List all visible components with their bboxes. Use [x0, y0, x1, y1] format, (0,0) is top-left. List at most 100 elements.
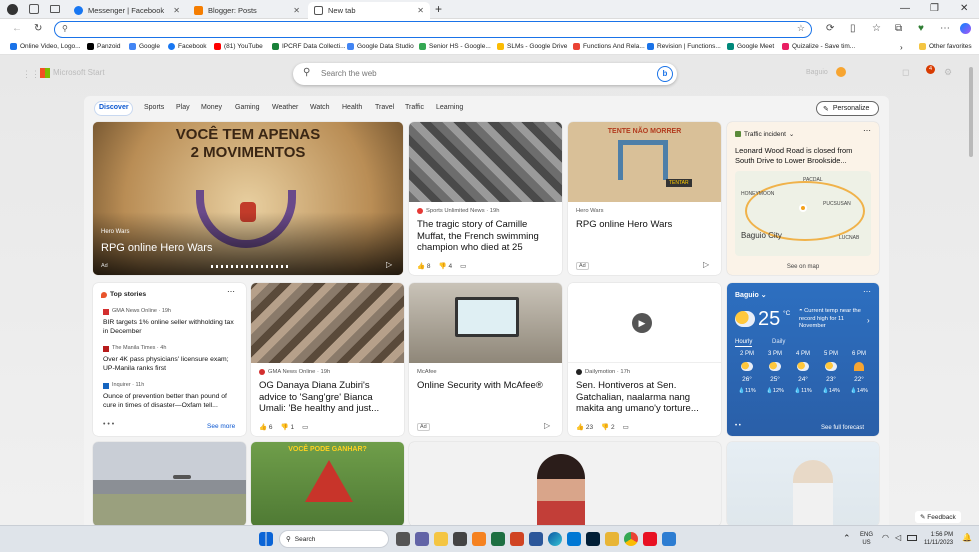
card-title[interactable]: Sen. Hontiveros at Sen. Gatchalian, naal…	[576, 380, 716, 415]
traffic-card[interactable]: Traffic incident ⌄ ⋯ Leonard Wood Road i…	[727, 122, 879, 275]
bookmark-item[interactable]: Senior HS - Google...	[419, 43, 491, 50]
notifications-icon[interactable]: ◻	[902, 67, 909, 78]
tab-gaming[interactable]: Gaming	[235, 104, 260, 111]
notepad-icon[interactable]	[662, 532, 676, 546]
full-forecast-link[interactable]: See full forecast	[821, 425, 864, 431]
bookmark-item[interactable]: SLMs - Google Drive	[497, 43, 567, 50]
address-input[interactable]: ⚲ ☆	[54, 21, 812, 38]
bookmark-item[interactable]: Online Video, Logo...	[10, 43, 81, 50]
like-icon[interactable]: 👍 23	[576, 423, 593, 431]
folder-icon[interactable]	[605, 532, 619, 546]
see-on-map-link[interactable]: See on map	[727, 264, 879, 270]
tab-blogger[interactable]: Blogger: Posts ✕	[188, 2, 306, 19]
close-icon[interactable]: ✕	[293, 6, 300, 15]
bookmark-item[interactable]: Google	[129, 43, 160, 50]
tab-daily[interactable]: Daily	[772, 339, 785, 345]
workspaces-icon[interactable]	[29, 4, 39, 14]
weather-card[interactable]: Baguio ⌄ ⋯ 25 °C ◓ Current temp near the…	[727, 283, 879, 436]
tab-play[interactable]: Play	[176, 104, 190, 111]
news-card-seniors[interactable]	[727, 442, 879, 526]
news-card-airport[interactable]	[93, 442, 246, 526]
feedback-button[interactable]: ✎ Feedback	[915, 511, 961, 523]
split-screen-icon[interactable]: ▯	[850, 23, 856, 34]
like-icon[interactable]: 👍 6	[259, 423, 273, 431]
dislike-icon[interactable]: 👎 1	[281, 423, 295, 431]
hero-ad-card[interactable]: VOCÊ TEM APENAS 2 MOVIMENTOS Hero Wars R…	[93, 122, 403, 275]
tab-travel[interactable]: Travel	[375, 104, 394, 111]
volume-icon[interactable]: ◁	[895, 533, 901, 542]
restore-icon[interactable]: ❐	[930, 3, 939, 14]
tab-weather[interactable]: Weather	[272, 104, 298, 111]
apps-grid-icon[interactable]: ⋮⋮	[22, 69, 40, 80]
bookmark-item[interactable]: Facebook	[168, 43, 207, 50]
location-label[interactable]: Baguio	[806, 69, 828, 76]
tab-sports[interactable]: Sports	[144, 104, 164, 111]
news-card-danaya[interactable]: GMA News Online · 19h OG Danaya Diana Zu…	[251, 283, 404, 436]
play-icon[interactable]: ▷	[544, 421, 550, 430]
tab-health[interactable]: Health	[342, 104, 362, 111]
language-indicator[interactable]: ENG US	[860, 531, 873, 547]
photoshop-icon[interactable]	[586, 532, 600, 546]
powerpoint-icon[interactable]	[510, 532, 524, 546]
card-title[interactable]: OG Danaya Diana Zubiri's advice to 'Sang…	[259, 380, 399, 415]
profile-avatar[interactable]	[7, 4, 18, 15]
bookmark-item[interactable]: Panzoid	[87, 43, 121, 50]
scrollbar[interactable]	[969, 67, 973, 157]
settings-gear-icon[interactable]: ⚙	[944, 67, 952, 78]
favorites-icon[interactable]: ☆	[872, 23, 881, 34]
close-icon[interactable]: ✕	[173, 6, 180, 15]
bookmark-item[interactable]: IPCRF Data Collecti...	[272, 43, 346, 50]
favorite-star-icon[interactable]: ☆	[797, 23, 805, 34]
tab-traffic[interactable]: Traffic	[405, 104, 424, 111]
notification-center-icon[interactable]: 🔔	[962, 533, 972, 542]
news-card-camille[interactable]: Sports Unlimited News · 19h The tragic s…	[409, 122, 562, 275]
task-view-icon[interactable]	[396, 532, 410, 546]
extensions-icon[interactable]: ⟳	[826, 23, 834, 34]
comment-icon[interactable]: ▭	[460, 262, 466, 270]
tab-watch[interactable]: Watch	[310, 104, 330, 111]
carousel-dots[interactable]	[211, 265, 291, 268]
back-icon[interactable]: ←	[12, 23, 22, 34]
bookmark-item[interactable]: (81) YouTube	[214, 43, 263, 50]
excel-icon[interactable]	[491, 532, 505, 546]
weather-city[interactable]: Baguio ⌄	[735, 291, 767, 299]
minimize-icon[interactable]: —	[900, 3, 910, 14]
windows-start-icon[interactable]	[259, 532, 273, 546]
clock[interactable]: 1:56 PM 11/11/2023	[924, 531, 953, 547]
bookmark-item[interactable]: Revision | Functions...	[647, 43, 721, 50]
tab-actions-icon[interactable]	[50, 5, 60, 13]
browser-essentials-icon[interactable]: ♥	[918, 23, 924, 34]
web-search-box[interactable]: ⚲ Search the web b	[293, 63, 677, 85]
pager-dots[interactable]: • •	[735, 423, 741, 429]
more-menu-icon[interactable]: ⋯	[940, 23, 950, 34]
card-title[interactable]: Online Security with McAfee®	[417, 380, 557, 392]
collections-icon[interactable]: ⧉	[895, 23, 902, 34]
other-favorites[interactable]: Other favorites	[919, 43, 972, 50]
chrome-icon[interactable]	[624, 532, 638, 546]
calculator-icon[interactable]	[453, 532, 467, 546]
tab-hourly[interactable]: Hourly	[735, 339, 753, 347]
bookmark-item[interactable]: Google Data Studio	[347, 43, 414, 50]
refresh-icon[interactable]: ↻	[34, 23, 42, 34]
tray-chevron-icon[interactable]: ⌃	[843, 533, 851, 544]
bookmark-item[interactable]: Functions And Rela...	[573, 43, 645, 50]
pager-dots[interactable]: • • •	[103, 421, 114, 428]
dislike-icon[interactable]: 👎 4	[439, 262, 453, 270]
game-ad-card[interactable]: VOCÊ PODE GANHAR?	[251, 442, 404, 526]
close-icon[interactable]: ✕	[417, 6, 424, 15]
media-player-icon[interactable]	[643, 532, 657, 546]
comment-icon[interactable]: ▭	[302, 423, 308, 431]
story-item[interactable]: Inquirer · 11h Ounce of prevention bette…	[103, 381, 238, 411]
teams-icon[interactable]	[415, 532, 429, 546]
more-options-icon[interactable]: ⋯	[863, 287, 871, 296]
more-bookmarks-chevron-icon[interactable]: ›	[900, 43, 903, 52]
video-card-hontiveros[interactable]: ▶ Dailymotion · 17h Sen. Hontiveros at S…	[568, 283, 721, 436]
dislike-icon[interactable]: 👎 2	[601, 423, 615, 431]
tab-learning[interactable]: Learning	[436, 104, 463, 111]
see-more-link[interactable]: See more	[207, 423, 235, 430]
personalize-button[interactable]: ✎ Personalize	[816, 101, 879, 116]
store-icon[interactable]	[567, 532, 581, 546]
word-icon[interactable]	[529, 532, 543, 546]
card-title[interactable]: RPG online Hero Wars	[576, 219, 716, 231]
chevron-down-icon[interactable]: ⌄	[789, 130, 794, 138]
